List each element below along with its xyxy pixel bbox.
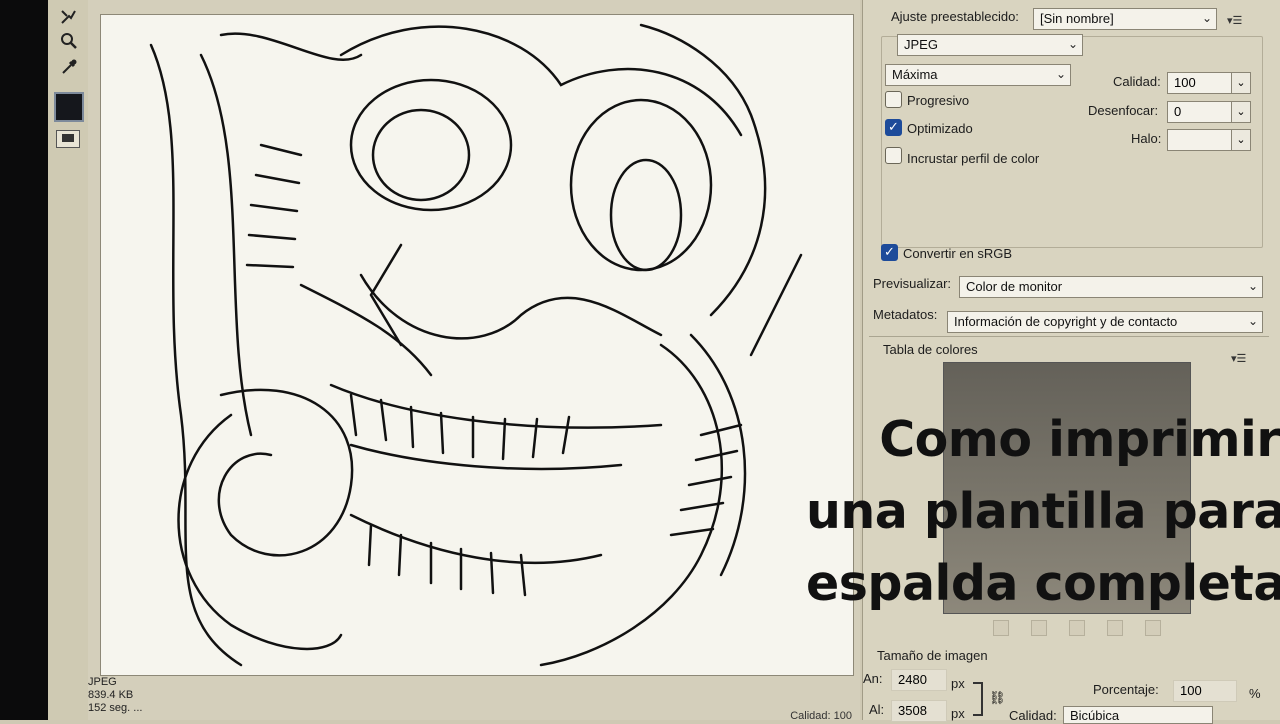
height-label: Al:	[869, 702, 885, 717]
resample-value: Bicúbica	[1070, 708, 1120, 723]
quality-label: Calidad:	[1113, 74, 1161, 89]
percent-label: Porcentaje:	[1093, 682, 1159, 697]
chevron-down-icon[interactable]: ⌄	[1231, 129, 1251, 151]
preset-label: Ajuste preestablecido:	[891, 9, 1019, 24]
file-format: JPEG	[88, 676, 117, 688]
lock-color-icon[interactable]	[1069, 620, 1085, 636]
preview-select[interactable]: Color de monitor ⌄	[959, 276, 1263, 298]
percent-field[interactable]: 100	[1173, 680, 1237, 702]
slice-select-icon[interactable]	[58, 6, 80, 28]
eyedropper-icon[interactable]	[58, 56, 80, 78]
chevron-down-icon: ⌄	[1247, 279, 1258, 293]
embed-profile-checkbox[interactable]	[885, 147, 902, 164]
title-line-1: Como imprimir	[879, 411, 1280, 468]
title-line-3: espalda completa	[806, 555, 1280, 612]
resample-select[interactable]: Bicúbica	[1063, 706, 1213, 724]
width-label: An:	[863, 671, 883, 686]
video-title-overlay: Como imprimir una plantilla para espalda…	[806, 404, 1280, 620]
preview-value: Color de monitor	[966, 279, 1063, 294]
quality-level-value: Máxima	[892, 67, 938, 82]
color-table-menu-icon[interactable]: ▾☰	[1231, 352, 1246, 365]
format-select[interactable]: JPEG ⌄	[897, 34, 1083, 56]
srgb-checkbox[interactable]	[881, 244, 898, 261]
preview-area: JPEG 839.4 KB 152 seg. ... Calidad: 100	[88, 0, 860, 722]
title-line-2: una plantilla para	[806, 483, 1280, 540]
percent-unit: %	[1249, 686, 1261, 701]
file-info: JPEG 839.4 KB 152 seg. ...	[88, 676, 142, 715]
srgb-label: Convertir en sRGB	[903, 246, 1013, 261]
quality-field[interactable]: 100 ⌄	[1167, 72, 1251, 94]
halo-label: Halo:	[1131, 131, 1162, 146]
trash-icon[interactable]	[1145, 620, 1161, 636]
chevron-down-icon: ⌄	[1055, 67, 1066, 81]
new-color-icon[interactable]	[1107, 620, 1123, 636]
height-unit: px	[951, 706, 965, 721]
width-unit: px	[951, 676, 965, 691]
chevron-down-icon[interactable]: ⌄	[1231, 101, 1251, 123]
optimized-checkbox[interactable]	[885, 119, 902, 136]
image-preview[interactable]	[100, 14, 854, 676]
progressive-label: Progresivo	[907, 93, 970, 108]
percent-value: 100	[1180, 683, 1202, 698]
download-time: 152 seg. ...	[88, 702, 143, 714]
blur-value: 0	[1174, 104, 1182, 119]
preset-value: [Sin nombre]	[1040, 11, 1114, 26]
blur-label: Desenfocar:	[1088, 103, 1159, 118]
halo-field[interactable]: ⌄	[1167, 129, 1251, 151]
zoom-icon[interactable]	[58, 30, 80, 52]
skull-line-drawing	[149, 23, 803, 667]
preview-mode-button[interactable]	[56, 130, 80, 148]
resample-label: Calidad:	[1009, 708, 1057, 723]
color-table-title: Tabla de colores	[883, 342, 978, 357]
color-swatch[interactable]	[54, 92, 84, 122]
metadata-label: Metadatos:	[873, 307, 938, 322]
embed-profile-label: Incrustar perfil de color	[907, 151, 1040, 166]
web-shift-icon[interactable]	[1031, 620, 1047, 636]
metadata-select[interactable]: Información de copyright y de contacto ⌄	[947, 311, 1263, 333]
quality-value: 100	[1174, 75, 1196, 90]
chevron-down-icon: ⌄	[1067, 37, 1078, 51]
width-field[interactable]: 2480	[891, 669, 947, 691]
chevron-down-icon: ⌄	[1247, 314, 1258, 328]
section-divider	[869, 336, 1269, 337]
panel-menu-icon[interactable]: ▾☰	[1227, 14, 1242, 27]
height-field[interactable]: 3508	[891, 700, 947, 722]
quality-status: Calidad: 100	[790, 710, 852, 722]
format-value: JPEG	[904, 37, 938, 52]
quality-level-select[interactable]: Máxima ⌄	[885, 64, 1071, 86]
chevron-down-icon: ⌄	[1201, 11, 1212, 25]
metadata-value: Información de copyright y de contacto	[954, 314, 1178, 329]
link-icon[interactable]: ⛓	[989, 690, 1006, 706]
image-size-title: Tamaño de imagen	[877, 648, 988, 663]
color-table-toolbar	[993, 620, 1193, 636]
progressive-checkbox[interactable]	[885, 91, 902, 108]
height-value: 3508	[898, 703, 927, 718]
preview-label: Previsualizar:	[873, 276, 952, 291]
preset-select[interactable]: [Sin nombre] ⌄	[1033, 8, 1217, 30]
constrain-bracket	[973, 682, 983, 716]
map-color-icon[interactable]	[993, 620, 1009, 636]
blur-field[interactable]: 0 ⌄	[1167, 101, 1251, 123]
width-value: 2480	[898, 672, 927, 687]
optimized-label: Optimizado	[907, 121, 973, 136]
file-size: 839.4 KB	[88, 689, 134, 701]
tools-panel	[48, 0, 89, 720]
chevron-down-icon[interactable]: ⌄	[1231, 72, 1251, 94]
monitor-bezel	[0, 0, 48, 720]
